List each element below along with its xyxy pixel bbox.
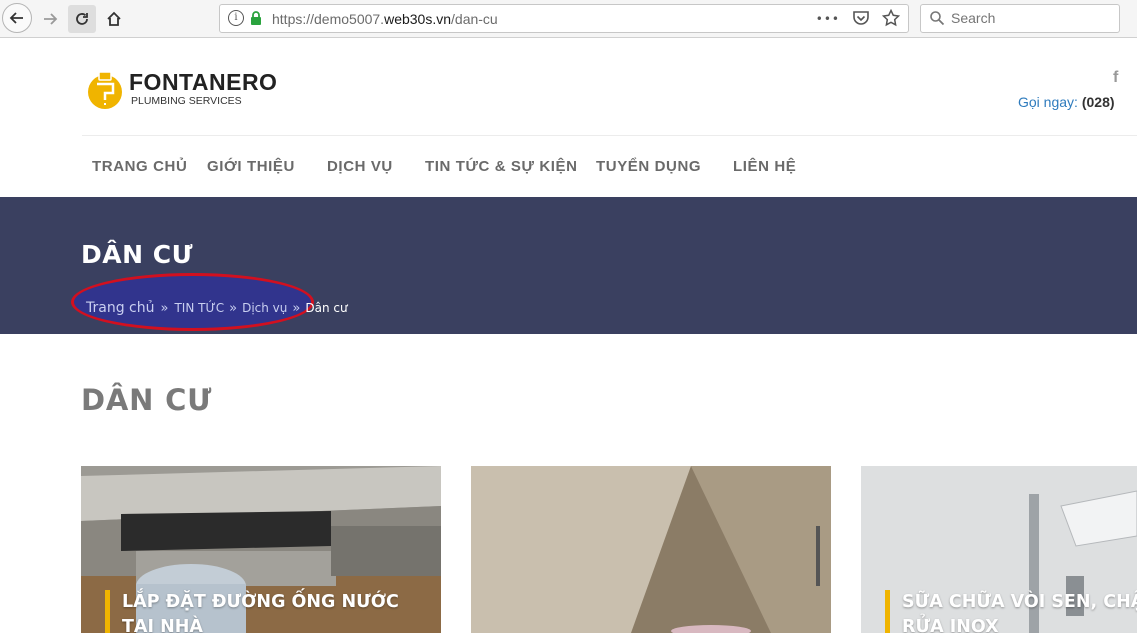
- post-card-caption-line: TẠI NHÀ: [122, 617, 203, 633]
- breadcrumb-services[interactable]: Dịch vụ: [242, 301, 287, 315]
- hotline[interactable]: Gọi ngay: (028): [1018, 94, 1115, 110]
- breadcrumb-news[interactable]: TIN TỨC: [174, 301, 224, 315]
- breadcrumb-current: Dân cư: [305, 301, 348, 315]
- hotline-number: (028): [1081, 94, 1115, 110]
- trench-image: [471, 466, 831, 633]
- breadcrumb-home[interactable]: Trang chủ: [86, 300, 154, 316]
- breadcrumb-separator: »: [229, 301, 238, 316]
- browser-search-input[interactable]: [951, 10, 1111, 26]
- nav-item-careers[interactable]: TUYỂN DỤNG: [596, 158, 701, 175]
- post-card-caption[interactable]: SỮA CHỮA VÒI SEN, CHẬU RỬA INOX: [885, 590, 1137, 633]
- breadcrumb-separator: »: [292, 301, 301, 316]
- header-divider: [82, 135, 1137, 136]
- reload-icon: [76, 13, 88, 25]
- url-prefix: https://demo5007.: [272, 11, 385, 27]
- forward-arrow-icon: [44, 13, 58, 25]
- url-text[interactable]: https://demo5007.web30s.vn/dan-cu: [272, 11, 498, 27]
- url-actions: •••: [816, 9, 900, 27]
- url-host: web30s.vn: [384, 11, 452, 27]
- page-banner: DÂN CƯ Trang chủ » TIN TỨC » Dịch vụ » Dân cư: [0, 197, 1137, 334]
- page-actions-icon[interactable]: •••: [816, 9, 840, 27]
- reload-button[interactable]: [68, 5, 96, 33]
- search-icon: [930, 11, 945, 26]
- post-card[interactable]: LẮP ĐẶT ĐƯỜNG ỐNG NƯỚC TẠI NHÀ: [81, 466, 441, 633]
- breadcrumb: Trang chủ » TIN TỨC » Dịch vụ » Dân cư: [86, 297, 348, 316]
- banner-title: DÂN CƯ: [81, 240, 193, 269]
- faucet-logo-icon: [88, 71, 122, 109]
- breadcrumb-separator: »: [160, 301, 169, 316]
- page-info-icon[interactable]: i: [228, 10, 244, 26]
- bookmark-star-icon[interactable]: [882, 9, 900, 27]
- url-path: /dan-cu: [451, 11, 498, 27]
- post-card-caption-line: RỬA INOX: [902, 617, 999, 633]
- home-button[interactable]: [100, 5, 128, 33]
- logo-tagline: PLUMBING SERVICES: [131, 95, 242, 107]
- home-icon: [107, 11, 121, 26]
- post-card-caption-line: LẮP ĐẶT ĐƯỜNG ỐNG NƯỚC: [122, 592, 399, 612]
- nav-item-news-events[interactable]: TIN TỨC & SỰ KIỆN: [425, 158, 578, 175]
- post-card-caption[interactable]: LẮP ĐẶT ĐƯỜNG ỐNG NƯỚC TẠI NHÀ: [105, 590, 399, 633]
- post-card-caption-line: SỮA CHỮA VÒI SEN, CHẬU: [902, 592, 1137, 612]
- nav-item-home[interactable]: TRANG CHỦ: [92, 158, 187, 175]
- post-card[interactable]: [471, 466, 831, 633]
- nav-item-contact[interactable]: LIÊN HỆ: [733, 158, 796, 175]
- back-button[interactable]: [2, 3, 32, 33]
- page-title: DÂN CƯ: [81, 383, 213, 417]
- browser-search-box[interactable]: [920, 4, 1120, 33]
- lock-icon: [251, 11, 261, 25]
- site-header: FONTANERO PLUMBING SERVICES f Gọi ngay: …: [0, 38, 1137, 197]
- facebook-icon[interactable]: f: [1113, 69, 1118, 87]
- site-logo[interactable]: FONTANERO PLUMBING SERVICES: [85, 68, 285, 112]
- logo-name: FONTANERO: [129, 69, 278, 95]
- nav-item-services[interactable]: DỊCH VỤ: [327, 158, 393, 175]
- pocket-icon[interactable]: [852, 9, 870, 27]
- post-card[interactable]: SỮA CHỮA VÒI SEN, CHẬU RỬA INOX: [861, 466, 1137, 633]
- browser-toolbar: i https://demo5007.web30s.vn/dan-cu •••: [0, 0, 1137, 38]
- forward-button[interactable]: [36, 5, 64, 33]
- nav-item-about[interactable]: GIỚI THIỆU: [207, 158, 295, 175]
- hotline-label: Gọi ngay:: [1018, 94, 1078, 110]
- back-arrow-icon: [9, 12, 23, 24]
- address-bar[interactable]: i https://demo5007.web30s.vn/dan-cu •••: [219, 4, 909, 33]
